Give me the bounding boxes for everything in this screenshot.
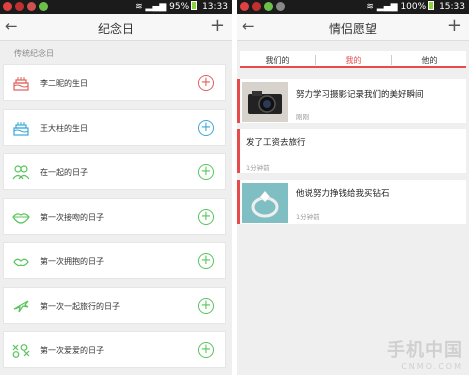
- anniversary-item[interactable]: 第一次爱爱的日子 +: [3, 331, 226, 368]
- tab-bar: 我们的 我的 他的: [240, 51, 466, 68]
- status-bar: ≋ ▂▄▆ 100% 15:33: [237, 0, 469, 14]
- signal-icon: ▂▄▆: [145, 2, 167, 12]
- xo-icon: [12, 341, 30, 359]
- notification-icons: [240, 2, 288, 12]
- wish-text: 发了工资去旅行: [246, 138, 306, 148]
- cake-icon: [12, 74, 30, 92]
- anniversary-label: 第一次接吻的日子: [40, 212, 104, 222]
- anniversary-label: 王大柱的生日: [40, 123, 88, 133]
- anniversary-label: 李二昵的生日: [40, 79, 88, 88]
- watermark-title: 手机中国: [387, 340, 463, 361]
- add-circle-icon[interactable]: +: [198, 75, 214, 91]
- title-bar: ← 纪念日 +: [0, 14, 232, 41]
- couple-icon: [12, 163, 30, 181]
- lips-icon: [12, 208, 30, 226]
- add-circle-icon[interactable]: +: [198, 297, 214, 314]
- add-circle-icon[interactable]: +: [198, 253, 214, 269]
- anniversary-list: 李二昵的生日 + 王大柱的生日 + 在一起的日子 + 第一次接吻的日子 + 第一次拥抱的日子 + 第…: [3, 64, 226, 375]
- wish-time: 刚刚: [296, 113, 309, 121]
- anniversary-label: 第一次爱爱的日子: [40, 346, 104, 355]
- status-right: ≋ ▂▄▆ 95% 13:33: [135, 0, 228, 14]
- tab-ours[interactable]: 我们的: [240, 55, 315, 66]
- anniversary-label: 第一次拥抱的日子: [40, 257, 104, 266]
- add-icon[interactable]: +: [210, 15, 225, 36]
- watermark-url: CNMO.COM: [401, 362, 463, 371]
- page-title: 纪念日: [97, 22, 134, 36]
- clock: 15:33: [439, 2, 465, 12]
- cake-icon: [12, 119, 30, 137]
- anniversary-item[interactable]: 李二昵的生日 +: [3, 64, 226, 101]
- wish-text: 他说努力挣钱给我买钻石: [296, 189, 390, 199]
- anniversary-item[interactable]: 在一起的日子 +: [3, 153, 226, 190]
- section-label: 传统纪念日: [14, 49, 54, 58]
- anniversary-label: 在一起的日子: [40, 168, 88, 177]
- wish-time: 1分钟前: [296, 213, 320, 221]
- anniversary-item[interactable]: 第一次一起旅行的日子 +: [3, 286, 226, 324]
- wish-text: 努力学习摄影记录我们的美好瞬间: [296, 90, 424, 100]
- plane-icon: [12, 297, 30, 315]
- camera-image: [242, 82, 288, 122]
- tab-mine[interactable]: 我的: [316, 55, 391, 66]
- status-bar: ≋ ▂▄▆ 95% 13:33: [0, 0, 232, 14]
- battery-text: 95%: [169, 2, 190, 12]
- status-right: ≋ ▂▄▆ 100% 15:33: [366, 0, 465, 14]
- add-circle-icon[interactable]: +: [198, 164, 214, 180]
- clock: 13:33: [202, 2, 228, 12]
- page-title: 情侣愿望: [328, 22, 377, 36]
- battery-icon: [191, 1, 198, 10]
- wish-card[interactable]: 发了工资去旅行 1分钟前: [237, 129, 466, 173]
- add-circle-icon[interactable]: +: [198, 342, 214, 358]
- title-bar: ← 情侣愿望 +: [237, 14, 469, 41]
- tab-his[interactable]: 他的: [392, 55, 467, 66]
- add-icon[interactable]: +: [447, 15, 462, 36]
- ring-image: [242, 183, 288, 223]
- notification-icons: [3, 2, 51, 12]
- anniversary-item[interactable]: 王大柱的生日 +: [3, 108, 226, 146]
- watermark: 手机中国 CNMO.COM: [387, 336, 463, 371]
- anniversary-screen: ≋ ▂▄▆ 95% 13:33 ← 纪念日 + 传统纪念日 李二昵的生日 + 王大柱…: [0, 0, 232, 375]
- signal-icon: ▂▄▆: [376, 2, 398, 12]
- wish-time: 1分钟前: [246, 164, 270, 172]
- wifi-icon: ≋: [135, 2, 143, 12]
- battery-text: 100%: [400, 2, 427, 12]
- anniversary-label: 第一次一起旅行的日子: [40, 301, 120, 311]
- wish-card[interactable]: 努力学习摄影记录我们的美好瞬间 刚刚: [237, 79, 466, 123]
- add-circle-icon[interactable]: +: [198, 208, 214, 225]
- battery-icon: [428, 1, 435, 10]
- anniversary-item[interactable]: 第一次拥抱的日子 +: [3, 242, 226, 279]
- wifi-icon: ≋: [366, 2, 374, 12]
- wishes-screen: ≋ ▂▄▆ 100% 15:33 ← 情侣愿望 + 我们的 我的 他的 努力学习…: [237, 0, 469, 375]
- add-circle-icon[interactable]: +: [198, 119, 214, 136]
- hug-icon: [12, 252, 30, 270]
- anniversary-item[interactable]: 第一次接吻的日子 +: [3, 197, 226, 235]
- wish-card[interactable]: 他说努力挣钱给我买钻石 1分钟前: [237, 180, 466, 224]
